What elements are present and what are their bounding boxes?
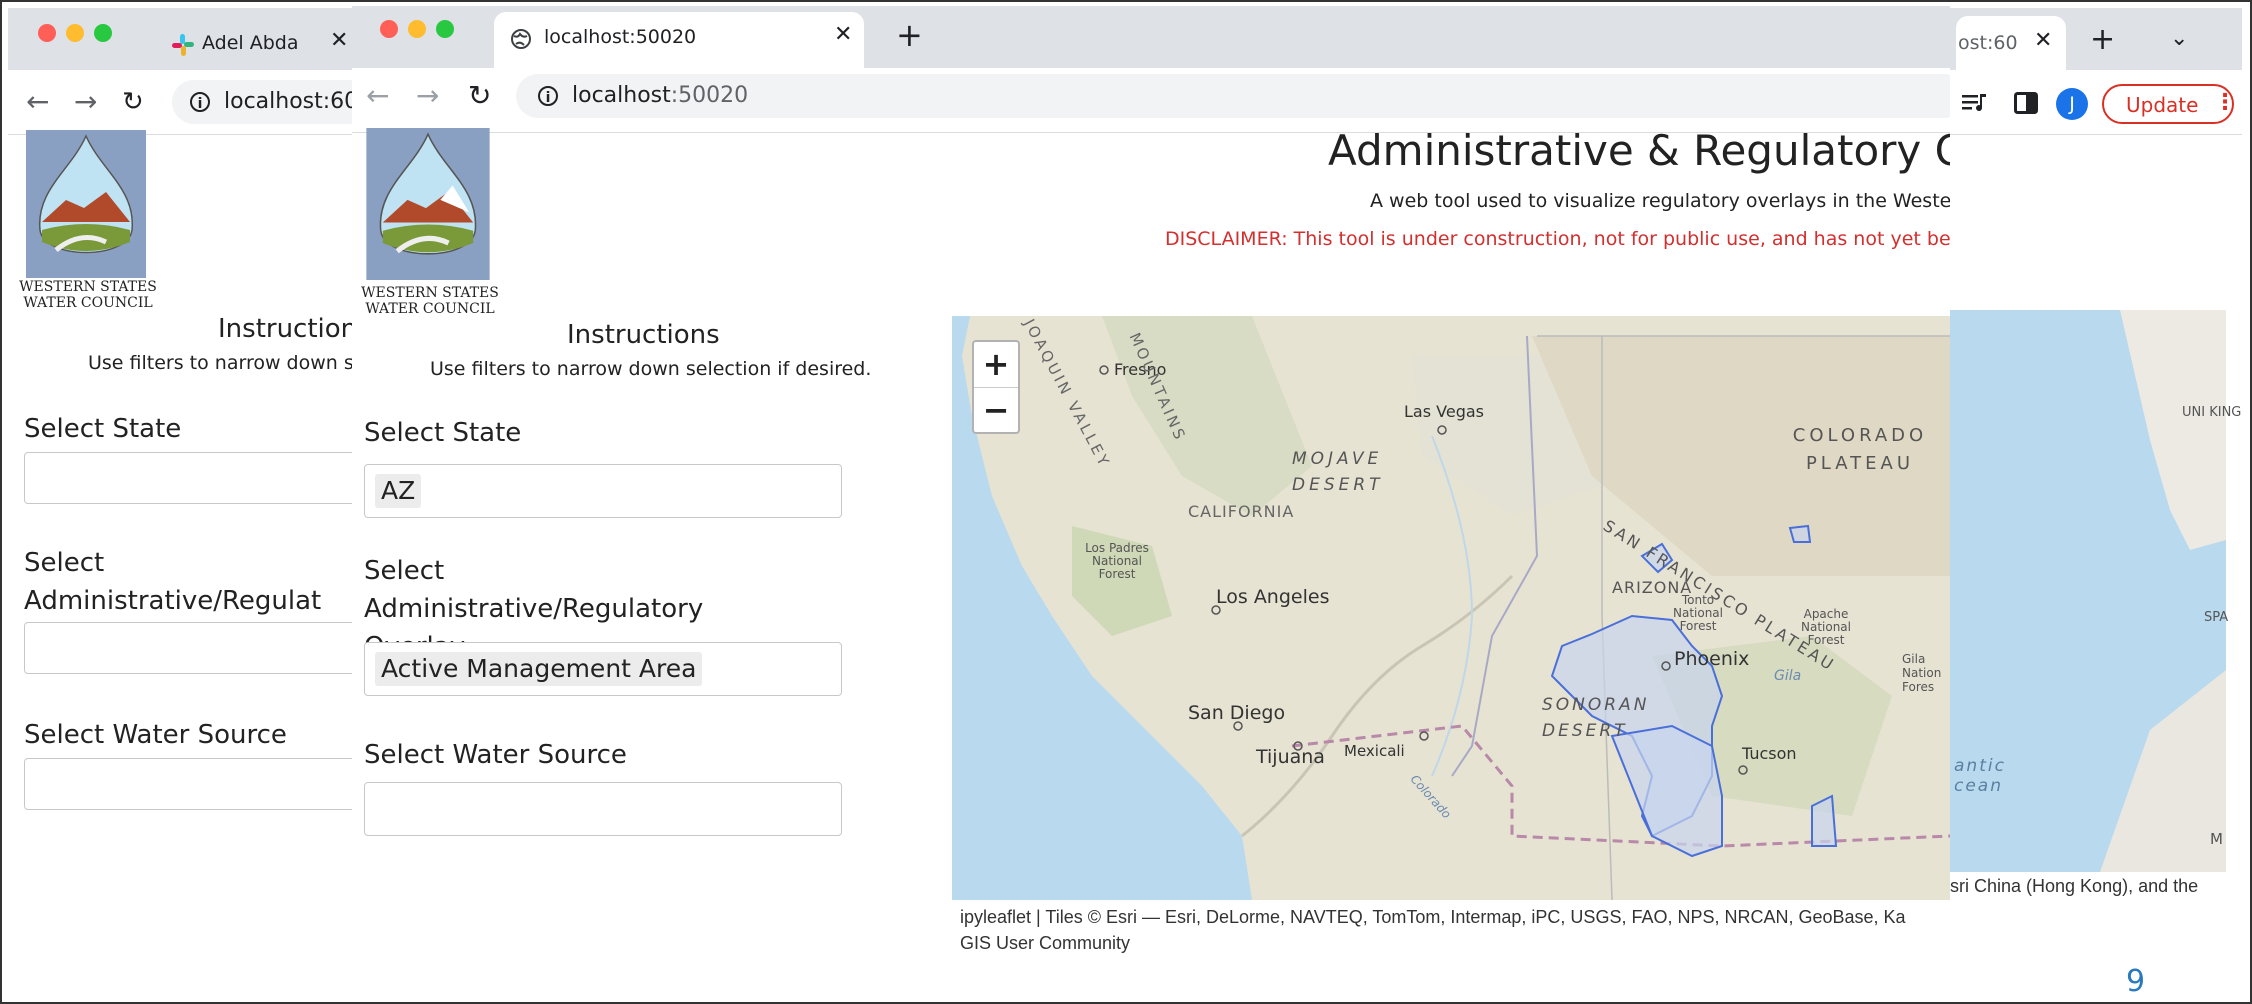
front-close-window-button[interactable]	[380, 20, 398, 38]
overlay-chip[interactable]: Active Management Area	[375, 652, 703, 686]
map-label-sonoran: SONORAN DESERT	[1542, 695, 1650, 741]
state-chip[interactable]: AZ	[375, 474, 422, 508]
overlay-select[interactable]: Active Management Area	[364, 642, 842, 696]
front-browser-window: localhost:50020 ✕ + ← → ↻ i localhost:50…	[352, 6, 1950, 1002]
map-label-phoenix: Phoenix	[1674, 648, 1750, 670]
back-map-strip: UNI KING SPA antic cean M sri China (Hon…	[1950, 8, 2242, 1002]
front-toolbar: ← → ↻ i localhost:50020	[352, 68, 1950, 133]
maximize-window-button[interactable]	[94, 24, 112, 42]
front-address-bar[interactable]: i localhost:50020	[516, 74, 1950, 118]
map-panel[interactable]: Fresno Las Vegas COLORADO PLATEAU MOJAVE…	[952, 316, 1950, 900]
map-label-gila: Gila	[1774, 668, 1802, 684]
logo-text-2: WATER COUNCIL	[365, 301, 495, 317]
back-attribution: sri China (Hong Kong), and the	[1950, 876, 2199, 896]
map-label-colorado-plateau: COLORADO PLATEAU	[1792, 425, 1928, 474]
back-instructions-heading: Instructions	[218, 314, 371, 344]
zoom-out-button[interactable]: −	[974, 388, 1018, 433]
back-arrow-icon[interactable]: ←	[26, 88, 49, 116]
back-instructions-text: Use filters to narrow down sele	[88, 352, 383, 374]
map-zoom-control: + −	[972, 340, 1020, 434]
source-select[interactable]	[364, 782, 842, 836]
close-window-button[interactable]	[38, 24, 56, 42]
front-maximize-window-button[interactable]	[436, 20, 454, 38]
front-url-host: localhost	[572, 83, 671, 108]
map-label-tijuana: Tijuana	[1256, 746, 1325, 768]
forward-arrow-icon[interactable]: →	[74, 88, 97, 116]
app-subtitle: A web tool used to visualize regulatory …	[1370, 190, 1950, 212]
map-attribution: ipyleaflet | Tiles © Esri — Esri, DeLorm…	[960, 904, 1950, 956]
map-label-san-diego: San Diego	[1188, 702, 1286, 724]
map-label-los-angeles: Los Angeles	[1216, 586, 1330, 608]
map-label-las-vegas: Las Vegas	[1404, 402, 1484, 421]
front-forward-arrow-icon[interactable]: →	[416, 82, 439, 110]
minimize-window-button[interactable]	[66, 24, 84, 42]
map-label-tucson: Tucson	[1742, 744, 1797, 763]
back-tab-title: Adel Abdallah	[202, 32, 298, 54]
front-back-arrow-icon[interactable]: ←	[366, 82, 389, 110]
app-disclaimer: DISCLAIMER: This tool is under construct…	[1165, 228, 1950, 250]
map-label-mojave: MOJAVE DESERT	[1292, 449, 1384, 495]
zoom-in-button[interactable]: +	[974, 342, 1018, 388]
map-label-apache: Apache National Forest	[1800, 607, 1851, 647]
map-label-atlantic: antic cean	[1954, 756, 2006, 796]
globe-icon	[511, 29, 531, 49]
back-tab-slack[interactable]: Adel Abdallah ✕	[158, 16, 358, 70]
map-label-tonto: Tonto National Forest	[1672, 593, 1723, 633]
instructions-heading: Instructions	[567, 320, 720, 350]
front-minimize-window-button[interactable]	[408, 20, 426, 38]
front-tab-localhost[interactable]: localhost:50020 ✕	[494, 12, 864, 68]
slack-icon	[172, 34, 194, 56]
back-state-select[interactable]	[24, 452, 364, 504]
map-label-mexicali: Mexicali	[1344, 742, 1405, 760]
logo-text-back-1: WESTERN STATES	[19, 279, 157, 295]
map-label-gila-nation: Gila Nation Fores	[1902, 652, 1942, 694]
front-tab-title: localhost:50020	[544, 26, 697, 48]
front-reload-icon[interactable]: ↻	[468, 82, 491, 110]
back-url-text: localhost:60	[224, 89, 359, 114]
new-tab-icon[interactable]: +	[896, 16, 923, 54]
map-label-uni: UNI KING	[2182, 405, 2242, 420]
front-url-text: localhost:50020	[572, 83, 748, 108]
attribution-line-1: ipyleaflet | Tiles © Esri — Esri, DeLorm…	[960, 907, 1906, 927]
back-source-select[interactable]	[24, 758, 364, 810]
map-label-m: M	[2210, 830, 2223, 848]
front-site-info-icon[interactable]: i	[538, 86, 558, 106]
map-label-los-padres: Los Padres National Forest	[1085, 541, 1149, 581]
state-label: Select State	[364, 418, 522, 448]
source-label: Select Water Source	[364, 740, 627, 770]
wswc-logo	[366, 128, 490, 280]
front-url-port: :50020	[670, 83, 749, 108]
front-tab-close-icon[interactable]: ✕	[834, 22, 852, 47]
map-label-spa: SPA	[2204, 610, 2229, 625]
back-tab-close-icon[interactable]: ✕	[330, 28, 348, 53]
slide-page-number: 9	[2126, 964, 2146, 999]
back-address-bar[interactable]: i localhost:60	[172, 80, 372, 124]
back-state-label: Select State	[24, 414, 182, 444]
logo-text-back-2: WATER COUNCIL	[23, 295, 153, 311]
back-overlay-select[interactable]	[24, 622, 364, 674]
app-title: Administrative & Regulatory Overla	[1328, 126, 1950, 175]
site-info-icon[interactable]: i	[190, 92, 210, 112]
logo-text-1: WESTERN STATES	[361, 285, 499, 301]
front-tab-strip: localhost:50020 ✕ +	[352, 6, 1950, 68]
reload-icon[interactable]: ↻	[122, 88, 144, 116]
map-label-california: CALIFORNIA	[1188, 502, 1295, 521]
state-select[interactable]: AZ	[364, 464, 842, 518]
instructions-text: Use filters to narrow down selection if …	[430, 358, 872, 380]
attribution-line-2: GIS User Community	[960, 933, 1131, 953]
wswc-logo-back	[26, 130, 146, 278]
back-source-label: Select Water Source	[24, 720, 287, 750]
